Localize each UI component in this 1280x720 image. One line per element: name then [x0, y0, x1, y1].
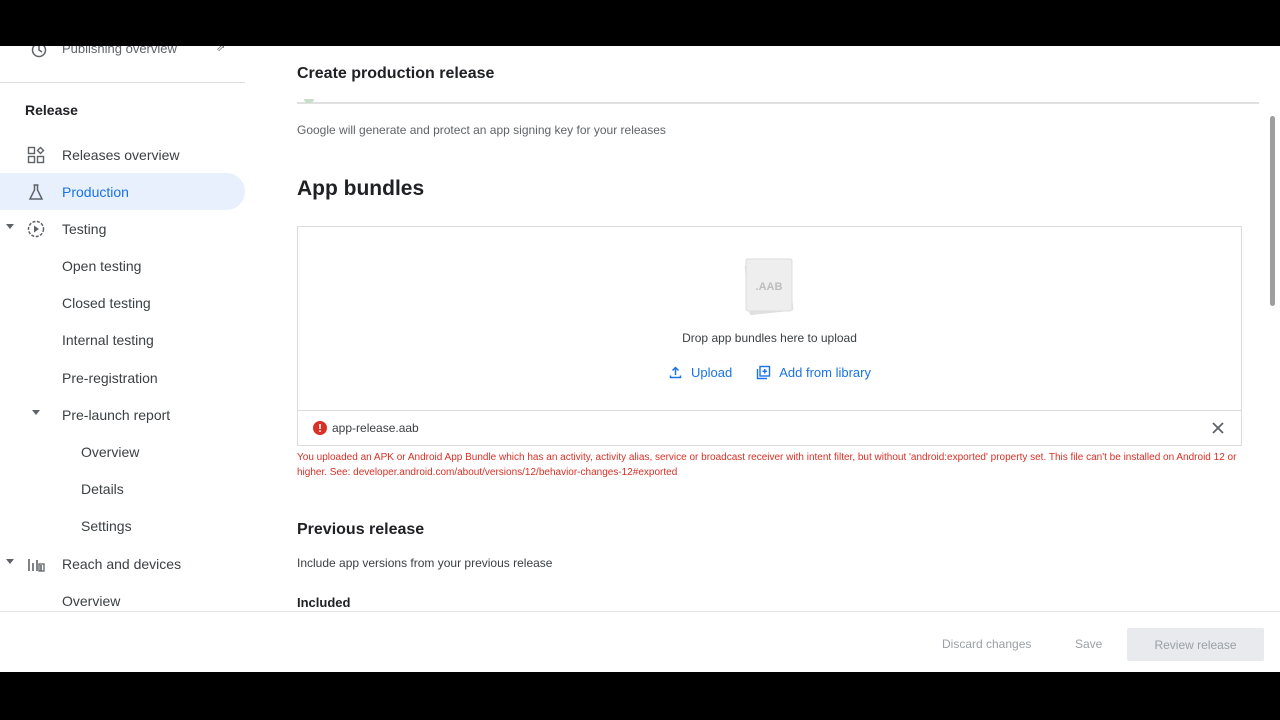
chevron-down-icon: [6, 559, 14, 564]
uploaded-file-row: app-release.aab: [297, 410, 1242, 446]
app-bundles-heading: App bundles: [297, 177, 425, 200]
sidebar-section-title: Release: [25, 102, 78, 118]
scrollbar[interactable]: [1267, 46, 1280, 611]
sidebar-item-label: Production: [62, 184, 129, 200]
review-release-button[interactable]: Review release: [1127, 628, 1264, 661]
sidebar-item-publishing-overview[interactable]: Publishing overview ⇗: [0, 46, 245, 62]
add-from-library-label: Add from library: [779, 365, 871, 380]
sidebar-item-production[interactable]: Production: [0, 173, 245, 210]
flask-icon: [28, 184, 44, 200]
sidebar-item-reach-overview[interactable]: Overview: [0, 582, 245, 611]
sidebar-item-label: Testing: [62, 221, 107, 237]
bar-chart-icon: [28, 559, 45, 572]
add-from-library-button[interactable]: Add from library: [756, 365, 871, 380]
sidebar-item-closed-testing[interactable]: Closed testing: [0, 284, 245, 321]
sidebar-item-label: Reach and devices: [62, 556, 182, 572]
clock-icon: [31, 46, 47, 58]
sidebar-item-label: Details: [81, 481, 124, 497]
aab-file-icon: .AAB: [744, 258, 794, 315]
action-bar: Discard changes Save Review release: [0, 611, 1280, 672]
sidebar-item-testing[interactable]: Testing: [0, 210, 245, 247]
external-link-icon: ⇗: [216, 46, 226, 54]
error-icon: [313, 421, 327, 435]
sidebar-item-label: Overview: [62, 593, 121, 609]
library-add-icon: [757, 365, 771, 380]
upload-button[interactable]: Upload: [668, 365, 732, 380]
progress-divider: [297, 102, 1259, 104]
sidebar-item-label: Open testing: [62, 258, 142, 274]
file-name: app-release.aab: [332, 421, 419, 435]
sidebar-item-prelaunch-details[interactable]: Details: [0, 470, 245, 507]
sidebar-item-pre-registration[interactable]: Pre-registration: [0, 359, 245, 396]
sidebar-item-label: Releases overview: [62, 147, 180, 163]
sidebar-item-label: Internal testing: [62, 332, 154, 348]
previous-release-subtitle: Include app versions from your previous …: [297, 556, 553, 570]
sidebar-item-label: Closed testing: [62, 295, 151, 311]
sidebar-item-releases-overview[interactable]: Releases overview: [0, 136, 245, 173]
drop-instructions: Drop app bundles here to upload: [682, 331, 857, 345]
upload-error-message: You uploaded an APK or Android App Bundl…: [297, 452, 1237, 478]
aab-label: .AAB: [756, 281, 783, 293]
sidebar-item-label: Publishing overview: [62, 46, 177, 56]
upload-label: Upload: [691, 365, 733, 380]
sidebar-item-label: Overview: [81, 444, 140, 460]
sidebar-item-reach-and-devices[interactable]: Reach and devices: [0, 545, 245, 582]
sidebar-item-label: Pre-registration: [62, 370, 158, 386]
page-title: Create production release: [297, 65, 495, 82]
chevron-down-icon: [6, 224, 14, 229]
upload-actions: Upload Add from library: [298, 365, 1241, 380]
close-icon[interactable]: [1209, 419, 1227, 437]
save-button[interactable]: Save: [1075, 637, 1102, 651]
bundle-drop-zone[interactable]: .AAB Drop app bundles here to upload Upl…: [297, 226, 1242, 411]
sidebar-item-label: Settings: [81, 518, 132, 534]
sidebar-item-internal-testing[interactable]: Internal testing: [0, 321, 245, 358]
sidebar-item-pre-launch-report[interactable]: Pre-launch report: [0, 396, 245, 433]
main-content: Create production release Google will ge…: [252, 46, 1267, 611]
sidebar-item-open-testing[interactable]: Open testing: [0, 247, 245, 284]
sidebar-item-prelaunch-settings[interactable]: Settings: [0, 507, 245, 544]
app-frame: Publishing overview ⇗ Release Releases o…: [0, 46, 1280, 672]
upload-icon: [669, 366, 682, 379]
included-label: Included: [297, 595, 351, 610]
divider: [0, 82, 245, 83]
sidebar-item-label: Pre-launch report: [62, 407, 171, 423]
sidebar-item-prelaunch-overview[interactable]: Overview: [0, 433, 245, 470]
previous-release-heading: Previous release: [297, 521, 425, 538]
signing-key-text: Google will generate and protect an app …: [297, 123, 666, 137]
dashboard-icon: [27, 146, 45, 164]
scrollbar-thumb[interactable]: [1270, 116, 1275, 306]
discard-changes-button[interactable]: Discard changes: [942, 637, 1031, 651]
chevron-down-icon: [32, 410, 40, 415]
sidebar: Publishing overview ⇗ Release Releases o…: [0, 46, 252, 611]
play-circle-icon: [27, 220, 45, 238]
